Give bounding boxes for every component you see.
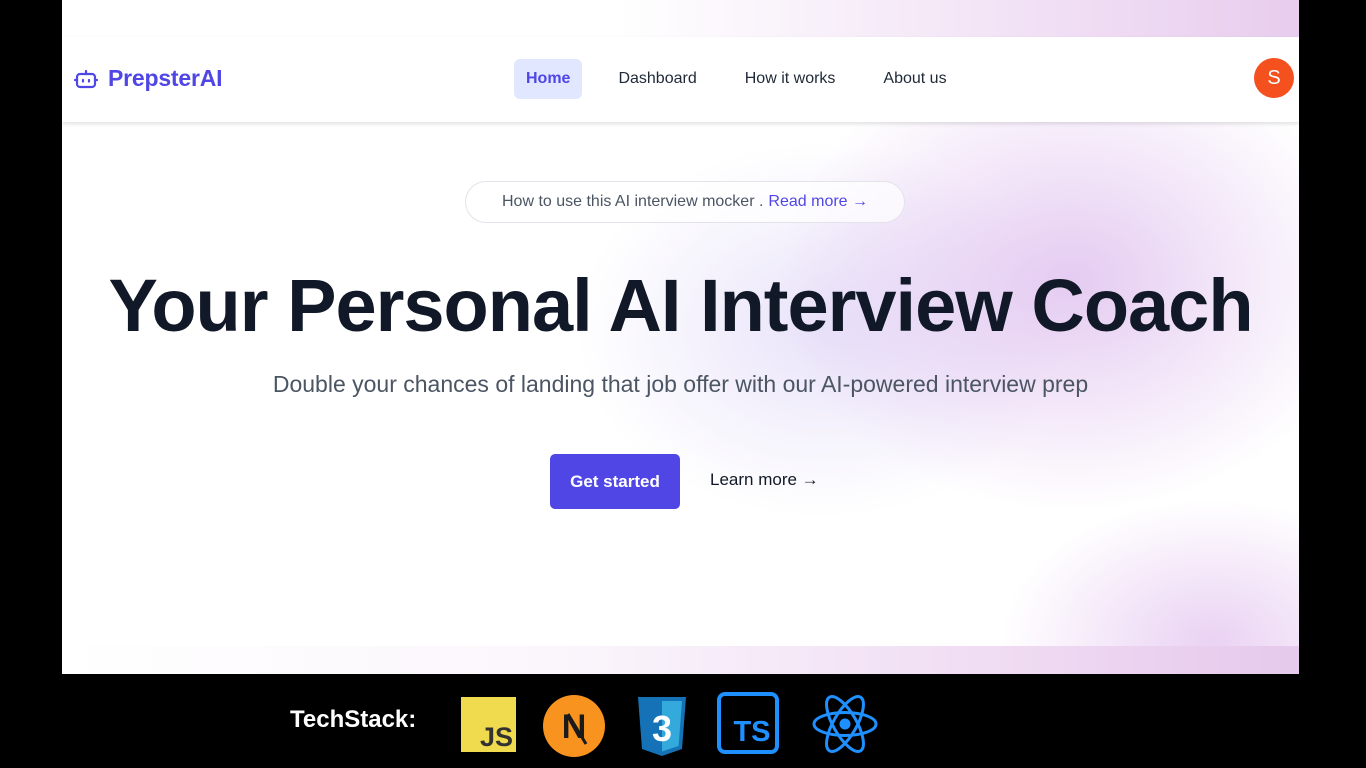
top-gradient-strip [62, 0, 1299, 37]
learn-more-link[interactable]: Learn more → [710, 470, 819, 490]
bottom-gradient-strip [62, 646, 1299, 674]
get-started-button[interactable]: Get started [550, 454, 680, 509]
screen: PrepsterAI Home Dashboard How it works A… [0, 0, 1366, 768]
announcement-pill: How to use this AI interview mocker . Re… [465, 181, 905, 223]
hero-title: Your Personal AI Interview Coach [108, 264, 1253, 347]
user-avatar[interactable]: S [1254, 58, 1294, 98]
main-nav: Home Dashboard How it works About us [514, 59, 983, 99]
nav-home[interactable]: Home [514, 59, 583, 99]
read-more-link[interactable]: Read more → [768, 193, 868, 211]
nav-dashboard[interactable]: Dashboard [606, 59, 708, 99]
typescript-logo: TS [717, 692, 779, 754]
browser-viewport: PrepsterAI Home Dashboard How it works A… [62, 0, 1299, 674]
nav-about-us[interactable]: About us [871, 59, 958, 99]
techstack-label: TechStack: [290, 706, 417, 733]
brand-name: PrepsterAI [108, 65, 223, 91]
css3-logo-text: 3 [652, 708, 672, 749]
react-logo [812, 695, 878, 753]
announcement-text: How to use this AI interview mocker . [501, 193, 764, 210]
css3-logo: 3 [638, 697, 686, 756]
typescript-logo-text: TS [733, 716, 770, 748]
javascript-logo: JS [461, 697, 516, 752]
nextjs-logo: N [543, 695, 605, 757]
robot-icon [74, 69, 98, 88]
nav-how-it-works[interactable]: How it works [733, 59, 848, 99]
navbar: PrepsterAI Home Dashboard How it works A… [62, 37, 1299, 122]
javascript-logo-text: JS [480, 722, 513, 752]
hero-subtitle: Double your chances of landing that job … [272, 371, 1089, 397]
brand-logo-link[interactable]: PrepsterAI [74, 65, 223, 92]
